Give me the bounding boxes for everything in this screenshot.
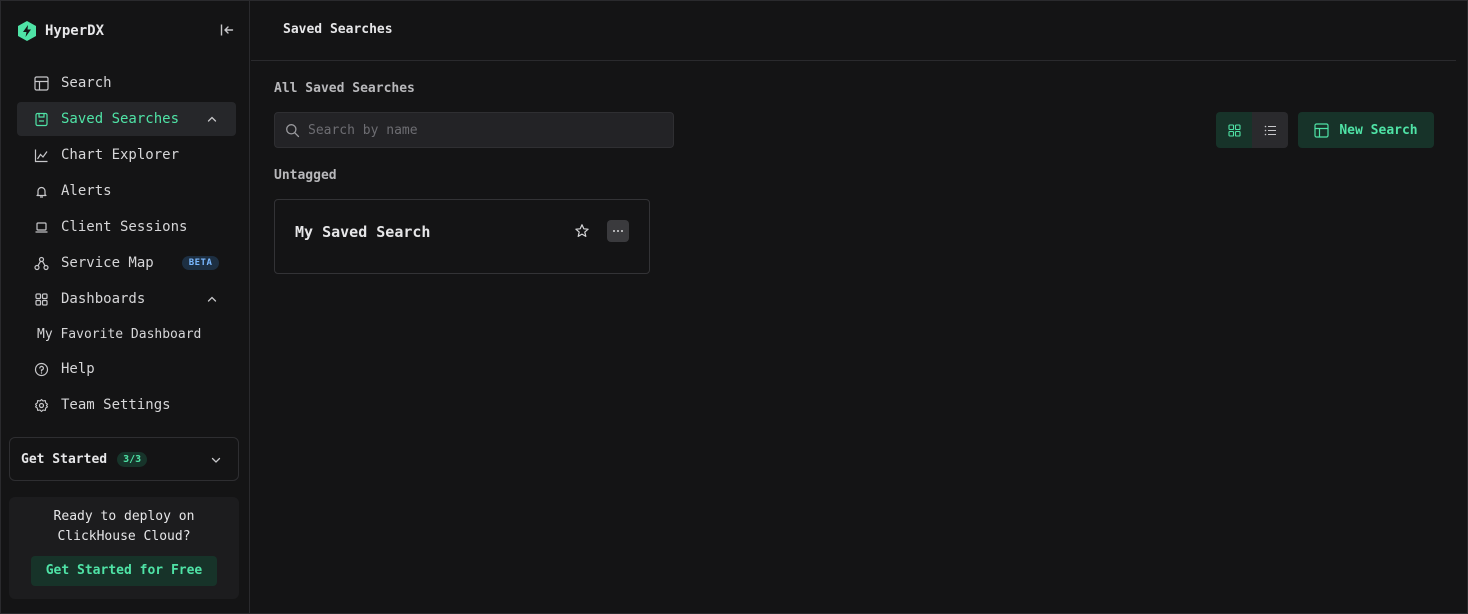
collapse-sidebar-button[interactable] <box>219 22 235 38</box>
sidebar: HyperDX Search Saved Searches Chart Expl… <box>1 1 250 613</box>
sidebar-subitem-label: My Favorite Dashboard <box>37 326 202 342</box>
sidebar-item-help[interactable]: Help <box>17 352 236 386</box>
new-search-button[interactable]: New Search <box>1298 112 1434 148</box>
sidebar-item-label: Client Sessions <box>61 219 188 235</box>
sidebar-item-team-settings[interactable]: Team Settings <box>17 388 236 422</box>
new-search-label: New Search <box>1339 122 1418 138</box>
clickhouse-promo: Ready to deploy on ClickHouse Cloud? Get… <box>9 497 239 599</box>
hyperdx-logo-icon <box>18 21 36 41</box>
sidebar-item-label: Search <box>61 75 112 91</box>
sidebar-item-alerts[interactable]: Alerts <box>17 174 236 208</box>
sidebar-item-search[interactable]: Search <box>17 66 236 100</box>
bell-icon <box>33 183 49 199</box>
beta-badge: BETA <box>181 256 220 270</box>
sidebar-item-client-sessions[interactable]: Client Sessions <box>17 210 236 244</box>
sidebar-item-label: Team Settings <box>61 397 171 413</box>
sidebar-subitem-dashboard[interactable]: My Favorite Dashboard <box>17 318 236 350</box>
network-icon <box>33 255 49 271</box>
grid-icon <box>33 291 49 307</box>
help-icon <box>33 361 49 377</box>
get-started-label: Get Started <box>21 451 108 467</box>
get-started-free-button[interactable]: Get Started for Free <box>30 556 218 586</box>
grid-view-icon <box>1227 123 1241 137</box>
top-bar: Saved Searches <box>251 1 1456 61</box>
sidebar-item-dashboards[interactable]: Dashboards <box>17 282 236 316</box>
table-icon <box>1314 122 1329 138</box>
more-horizontal-icon <box>613 230 623 232</box>
collapse-left-icon <box>220 24 234 36</box>
sidebar-item-label: Alerts <box>61 183 112 199</box>
chevron-up-icon[interactable] <box>206 293 218 305</box>
sidebar-item-chart-explorer[interactable]: Chart Explorer <box>17 138 236 172</box>
sidebar-item-saved-searches[interactable]: Saved Searches <box>17 102 236 136</box>
list-view-icon <box>1264 125 1276 135</box>
get-started-panel[interactable]: Get Started 3/3 <box>9 437 239 481</box>
gear-icon <box>33 397 49 413</box>
sidebar-item-label: Dashboards <box>61 291 146 307</box>
sidebar-item-label: Service Map <box>61 255 154 271</box>
view-toggle <box>1216 112 1288 148</box>
page-title: Saved Searches <box>283 22 393 37</box>
table-icon <box>33 75 49 91</box>
chevron-up-icon[interactable] <box>206 113 218 125</box>
star-icon[interactable] <box>574 223 590 239</box>
chart-icon <box>33 147 49 163</box>
section-title: All Saved Searches <box>274 81 415 96</box>
saved-icon <box>33 111 49 127</box>
saved-search-card[interactable]: My Saved Search <box>274 199 650 274</box>
get-started-count-badge: 3/3 <box>117 451 148 467</box>
more-options-button[interactable] <box>607 220 629 242</box>
brand-name: HyperDX <box>45 23 105 39</box>
promo-text: Ready to deploy on ClickHouse Cloud? <box>53 509 195 544</box>
search-field[interactable] <box>274 112 674 148</box>
list-view-button[interactable] <box>1252 112 1288 148</box>
saved-search-title: My Saved Search <box>295 223 431 241</box>
chevron-down-icon[interactable] <box>210 454 222 466</box>
search-icon <box>286 123 300 137</box>
brand[interactable]: HyperDX <box>17 20 104 42</box>
group-label-untagged: Untagged <box>274 168 337 183</box>
sidebar-item-label: Chart Explorer <box>61 147 180 163</box>
sidebar-item-service-map[interactable]: Service Map BETA <box>17 246 236 280</box>
laptop-icon <box>33 219 49 235</box>
sidebar-item-label: Saved Searches <box>61 111 180 127</box>
sidebar-nav: Search Saved Searches Chart Explorer Ale… <box>17 66 236 424</box>
sidebar-item-label: Help <box>61 361 95 377</box>
grid-view-button[interactable] <box>1216 112 1252 148</box>
search-input[interactable] <box>308 122 673 138</box>
